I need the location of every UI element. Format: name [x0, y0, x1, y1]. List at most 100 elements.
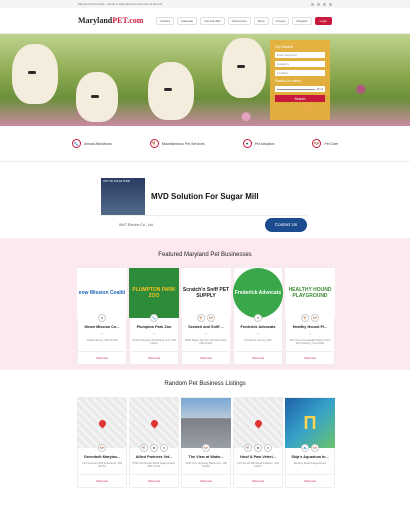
slider-track[interactable]	[277, 88, 315, 90]
visit-now-link[interactable]: Visit now	[234, 351, 282, 364]
dog-image	[76, 72, 118, 122]
paw-icon: 🐕	[244, 444, 252, 452]
business-name[interactable]: Hoof & Paw Veteri...	[234, 455, 282, 459]
featured-card[interactable]: HEALTHY HOUND PLAYGROUND 🐕 🐶 Healthy Houn…	[285, 267, 335, 365]
category-animal-attractions[interactable]: 🐾 Animal Attractions	[71, 139, 112, 148]
map-image[interactable]	[129, 398, 179, 448]
contact-us-button[interactable]: Contact Us	[265, 217, 307, 232]
twitter-icon[interactable]	[317, 2, 320, 6]
ad-image[interactable]: INVT MV SOLAR PUMP	[101, 178, 145, 215]
visit-now-link[interactable]: Visit now	[286, 474, 334, 487]
pinterest-icon[interactable]	[329, 2, 332, 6]
facebook-icon[interactable]	[311, 2, 314, 6]
featured-card[interactable]: Scratch'n Sniff PET SUPPLY 🐕 🐶 Scratch an…	[181, 267, 231, 365]
business-address: Gaithersburg, MD 21705	[86, 338, 118, 342]
random-card[interactable]: Π 🐟 🐶 Skip's Aquarium In... Sterling Road…	[285, 397, 335, 488]
site-header: MarylandPET.com Articles Calendar Get Fa…	[0, 8, 410, 34]
heart-paw-icon: ♥	[160, 444, 168, 452]
visit-now-link[interactable]: Visit now	[286, 351, 334, 364]
business-name[interactable]: Skip's Aquarium In...	[286, 455, 334, 459]
card-icons: 🐶	[98, 444, 106, 452]
visit-now-link[interactable]: Visit now	[182, 351, 230, 364]
featured-card[interactable]: eow Mission Coaliti ♥ Meow Mission Co...…	[77, 267, 127, 365]
ad-footer: INVT Electric Co., Ltd. Contact Us	[101, 215, 307, 233]
location-input[interactable]: Location	[275, 70, 325, 76]
business-name[interactable]: Allied Partners Vet...	[130, 455, 178, 459]
nav-register[interactable]: Register	[292, 16, 312, 25]
category-pet-adoption[interactable]: ♥ Pet Adoption	[242, 139, 275, 148]
animal-icon: 🐾	[71, 139, 81, 148]
featured-section: Featured Maryland Pet Businesses eow Mis…	[0, 238, 410, 370]
card-icons: 🐕 🐶	[301, 314, 319, 322]
radius-slider[interactable]: 35 mi	[275, 86, 325, 92]
business-address: Sterling Road Hagerstown	[293, 461, 327, 465]
business-name[interactable]: The View at Water...	[182, 455, 230, 459]
dog-icon: 🐶	[202, 444, 210, 452]
visit-now-link[interactable]: Visit now	[182, 474, 230, 487]
category-bar: 🐾 Animal Attractions 🐕 Miscellaneous Pet…	[0, 126, 410, 162]
nav-articles[interactable]: Articles	[156, 16, 175, 25]
category-pet-care[interactable]: 🐶 Pet Care	[312, 139, 338, 148]
search-title: Get Started	[275, 45, 293, 49]
nav-adventures[interactable]: Adventures	[227, 16, 251, 25]
site-logo[interactable]: MarylandPET.com	[78, 16, 143, 25]
category-select[interactable]: Category	[275, 61, 325, 67]
dog-icon: 🐶	[98, 444, 106, 452]
logo-pet-text: PET	[112, 16, 128, 25]
heart-paw-icon: ♥	[254, 314, 262, 322]
paw-icon: 🐕	[149, 139, 159, 148]
featured-title: Featured Maryland Pet Businesses	[158, 252, 252, 258]
business-name[interactable]: Meow Mission Co...	[78, 325, 126, 329]
business-address: 6750 Old Route Road Hagerstown, MD 21742	[132, 461, 176, 469]
main-nav: Articles Calendar Get Familiar Adventure…	[156, 16, 332, 25]
nav-groups[interactable]: Groups	[271, 16, 290, 25]
rating-star: ★	[152, 331, 156, 336]
nav-calendar[interactable]: Calendar	[177, 16, 198, 25]
business-address: Frederick County, MD	[244, 338, 272, 342]
search-panel: Get Started Enter Keyword Category Locat…	[270, 40, 330, 120]
random-card[interactable]: 🐶 The View at Water... 1100 Key Highway …	[181, 397, 231, 488]
visit-now-link[interactable]: Visit now	[130, 351, 178, 364]
business-name[interactable]: Frederick Advocats	[234, 325, 282, 329]
visit-now-link[interactable]: Visit now	[130, 474, 178, 487]
aquarium-image[interactable]: Π	[285, 398, 335, 448]
card-icons: 🐾	[150, 314, 158, 322]
business-address: 123 South Mill Road Fallston, MD 21047	[237, 461, 279, 469]
search-button[interactable]: Search	[275, 95, 325, 102]
instagram-icon[interactable]	[323, 2, 326, 6]
business-name[interactable]: Greenbelt Marylan...	[78, 455, 126, 459]
business-image[interactable]: HEALTHY HOUND PLAYGROUND	[285, 268, 335, 318]
map-image[interactable]	[233, 398, 283, 448]
business-image[interactable]: Scratch'n Sniff PET SUPPLY	[181, 268, 231, 318]
card-icons: 🐕 ✚ ♥	[140, 444, 168, 452]
random-card[interactable]: 🐶 Greenbelt Marylan... 123 Crescent Rd G…	[77, 397, 127, 488]
business-name[interactable]: Healthy Hound Pl...	[286, 325, 334, 329]
visit-now-link[interactable]: Visit now	[234, 474, 282, 487]
heart-paw-icon: ♥	[98, 314, 106, 322]
featured-cards: eow Mission Coaliti ♥ Meow Mission Co...…	[77, 267, 335, 365]
business-image[interactable]: eow Mission Coaliti	[77, 268, 127, 318]
category-misc-pet-services[interactable]: 🐕 Miscellaneous Pet Services	[149, 139, 205, 148]
login-button[interactable]: Login	[314, 16, 332, 25]
building-image[interactable]	[181, 398, 231, 448]
fish-icon: 🐟	[301, 444, 309, 452]
ad-title[interactable]: MVD Solution For Sugar Mill	[151, 192, 259, 201]
visit-now-link[interactable]: Visit now	[78, 351, 126, 364]
map-image[interactable]	[77, 398, 127, 448]
random-card[interactable]: 🐕 ✚ ♥ Allied Partners Vet... 6750 Old Rout…	[129, 397, 179, 488]
business-image[interactable]: Frederick Advocats	[233, 268, 283, 318]
nav-get-familiar[interactable]: Get Familiar	[200, 16, 225, 25]
featured-card[interactable]: PLUMPTON PARK ZOO 🐾 Plumpton Park Zoo ★ …	[129, 267, 179, 365]
category-label: Pet Adoption	[254, 141, 275, 146]
visit-now-link[interactable]: Visit now	[78, 474, 126, 487]
advertisement[interactable]: INVT MV SOLAR PUMP MVD Solution For Suga…	[101, 178, 307, 235]
nav-more[interactable]: More	[253, 16, 269, 25]
business-name[interactable]: Scratch and Sniff ...	[182, 325, 230, 329]
random-card[interactable]: 🐕 ✚ ♥ Hoof & Paw Veteri... 123 South Mill …	[233, 397, 283, 488]
keyword-input[interactable]: Enter Keyword	[275, 52, 325, 58]
rating-star: ★	[256, 331, 260, 336]
dog-icon: 🐶	[207, 314, 215, 322]
business-name[interactable]: Plumpton Park Zoo	[130, 325, 178, 329]
business-image[interactable]: PLUMPTON PARK ZOO	[129, 268, 179, 318]
featured-card[interactable]: Frederick Advocats ♥ Frederick Advocats …	[233, 267, 283, 365]
